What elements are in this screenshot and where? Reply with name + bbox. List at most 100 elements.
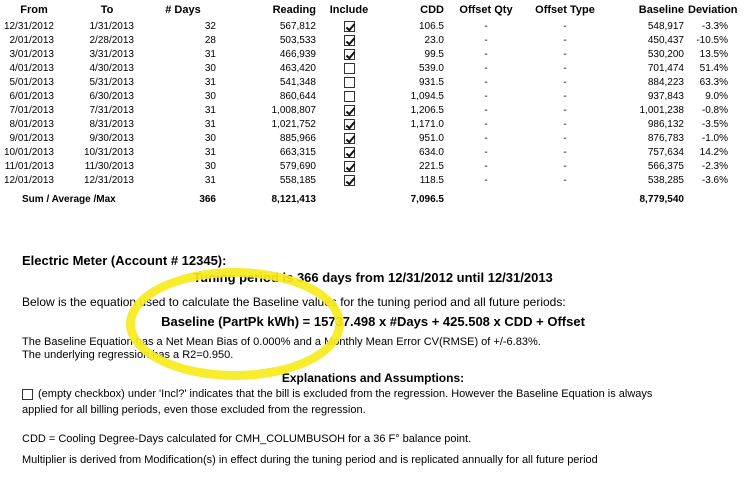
cell-offset-type: -: [563, 63, 567, 74]
cell-include[interactable]: [318, 132, 380, 146]
table-row: 6/01/2013 6/30/2013 30 860,644 1,094.5 - - 937,…: [0, 90, 746, 104]
cell-cdd: 1,171.0: [410, 119, 444, 130]
include-checkbox-unchecked[interactable]: [343, 62, 355, 74]
cell-to: 8/31/2013: [89, 119, 135, 130]
r2-text: The underlying regression has a R2=0.950…: [22, 349, 234, 361]
include-checkbox-checked[interactable]: [343, 48, 355, 60]
cell-offset-type: -: [563, 91, 567, 102]
cell-reading: 567,812: [279, 21, 316, 32]
col-header-from: From: [20, 4, 48, 16]
include-checkbox-unchecked[interactable]: [343, 76, 355, 88]
include-checkbox-checked[interactable]: [343, 34, 355, 46]
cell-offset-qty: -: [484, 91, 488, 102]
cell-reading: 579,690: [279, 161, 316, 172]
cell-days: 31: [204, 105, 216, 116]
cell-include[interactable]: [318, 90, 380, 104]
equation-intro-text: Below is the equation used to calculate …: [22, 295, 566, 309]
billing-table: From To # Days Reading Include CDD Offse…: [0, 0, 746, 212]
col-header-baseline: Baseline: [638, 4, 684, 16]
cell-to: 9/30/2013: [89, 133, 135, 144]
cell-deviation: 9.0%: [705, 91, 728, 102]
cell-from: 11/01/2013: [4, 161, 54, 172]
cell-include[interactable]: [318, 48, 380, 62]
cell-to: 7/31/2013: [89, 105, 135, 116]
cell-include[interactable]: [318, 104, 380, 118]
cell-baseline: 884,223: [647, 77, 684, 88]
cell-days: 28: [204, 35, 216, 46]
cell-include[interactable]: [318, 34, 380, 48]
cell-offset-type: -: [563, 119, 567, 130]
include-checkbox-checked[interactable]: [343, 20, 355, 32]
cell-baseline: 986,132: [647, 119, 684, 130]
cell-include[interactable]: [318, 174, 380, 188]
cell-cdd: 106.5: [418, 21, 444, 32]
totals-offset-type-empty: [526, 188, 604, 212]
explanation-line-1-text: (empty checkbox) under 'Incl?' indicates…: [38, 388, 653, 400]
include-checkbox-checked[interactable]: [343, 146, 355, 158]
cell-deviation: -3.3%: [701, 21, 728, 32]
totals-label: Sum / Average /Max: [22, 194, 116, 205]
cell-offset-qty: -: [484, 63, 488, 74]
include-checkbox-checked[interactable]: [343, 104, 355, 116]
cell-offset-type: -: [563, 77, 567, 88]
cell-days: 30: [204, 91, 216, 102]
cell-baseline: 566,375: [647, 161, 684, 172]
include-checkbox-checked[interactable]: [343, 174, 355, 186]
cell-include[interactable]: [318, 20, 380, 34]
multiplier-note: Multiplier is derived from Modification(…: [22, 454, 598, 466]
cell-from: 7/01/2013: [9, 105, 55, 116]
cell-include[interactable]: [318, 76, 380, 90]
cell-include[interactable]: [318, 118, 380, 132]
table-row: 7/01/2013 7/31/2013 31 1,008,807 1,206.5 - - 1,…: [0, 104, 746, 118]
totals-cdd: 7,096.5: [410, 194, 444, 205]
cell-offset-qty: -: [484, 147, 488, 158]
cell-offset-qty: -: [484, 133, 488, 144]
include-checkbox-checked[interactable]: [343, 132, 355, 144]
table-row: 3/01/2013 3/31/2013 31 466,939 99.5 - - 530,200…: [0, 48, 746, 62]
col-header-days: # Days: [165, 4, 201, 16]
cell-offset-type: -: [563, 35, 567, 46]
cell-days: 31: [204, 147, 216, 158]
col-header-reading: Reading: [272, 4, 316, 16]
cell-offset-qty: -: [484, 77, 488, 88]
cell-to: 5/31/2013: [89, 77, 135, 88]
cell-cdd: 1,094.5: [410, 91, 444, 102]
cell-offset-type: -: [563, 147, 567, 158]
cell-cdd: 931.5: [418, 77, 444, 88]
cell-from: 3/01/2013: [9, 49, 55, 60]
cell-deviation: 63.3%: [699, 77, 728, 88]
table-row: 12/01/2013 12/31/2013 31 558,185 118.5 - - 538,…: [0, 174, 746, 188]
cell-reading: 1,021,752: [271, 119, 317, 130]
cell-deviation: -3.5%: [701, 119, 728, 130]
col-header-deviation: Deviation: [688, 4, 738, 16]
include-checkbox-checked[interactable]: [343, 160, 355, 172]
cell-offset-qty: -: [484, 175, 488, 186]
cell-offset-type: -: [563, 133, 567, 144]
cell-include[interactable]: [318, 62, 380, 76]
cell-reading: 503,533: [279, 35, 316, 46]
include-checkbox-checked[interactable]: [343, 118, 355, 130]
cell-baseline: 876,783: [647, 133, 684, 144]
cell-from: 10/01/2013: [3, 147, 54, 158]
cell-offset-type: -: [563, 175, 567, 186]
cell-include[interactable]: [318, 160, 380, 174]
cell-cdd: 99.5: [424, 49, 444, 60]
col-header-include: Include: [329, 4, 369, 16]
cell-days: 31: [204, 119, 216, 130]
totals-include-empty: [318, 188, 380, 212]
cell-days: 30: [204, 63, 216, 74]
cell-to: 4/30/2013: [89, 63, 135, 74]
explanation-line-2: applied for all billing periods, even th…: [22, 404, 366, 416]
cell-days: 31: [204, 175, 216, 186]
cell-deviation: 13.5%: [699, 49, 728, 60]
table-row: 5/01/2013 5/31/2013 31 541,348 931.5 - - 884,22…: [0, 76, 746, 90]
cell-from: 8/01/2013: [9, 119, 55, 130]
table-row: 9/01/2013 9/30/2013 30 885,966 951.0 - - 876,78…: [0, 132, 746, 146]
cell-offset-type: -: [563, 49, 567, 60]
include-checkbox-unchecked[interactable]: [343, 90, 355, 102]
cell-to: 1/31/2013: [89, 21, 135, 32]
cell-to: 2/28/2013: [89, 35, 135, 46]
cell-offset-qty: -: [484, 35, 488, 46]
col-header-to: To: [100, 4, 114, 16]
cell-include[interactable]: [318, 146, 380, 160]
